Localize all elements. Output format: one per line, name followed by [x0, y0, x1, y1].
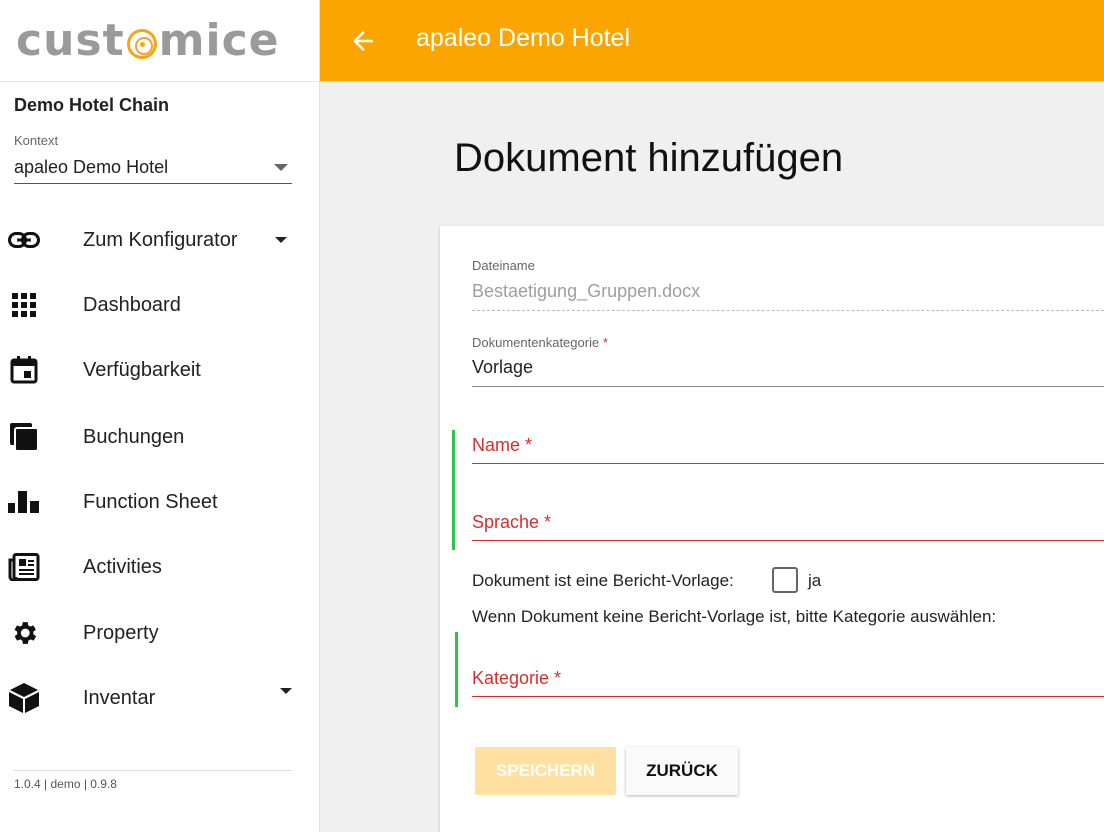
context-select[interactable]: apaleo Demo Hotel [14, 152, 292, 184]
nav-label: Function Sheet [83, 490, 218, 513]
hotel-title: apaleo Demo Hotel [416, 24, 631, 52]
nav-label: Dashboard [83, 293, 181, 316]
category-label-text: Dokumentenkategorie [472, 335, 600, 350]
sidebar: cust mice Demo Hotel Chain Kontext apaleo… [0, 0, 320, 832]
caret-down-icon [280, 688, 292, 694]
filename-underline [472, 310, 1104, 311]
nav-item-konfigurator[interactable]: Zum Konfigurator [0, 212, 319, 268]
grid-icon [8, 289, 40, 321]
report-template-checkbox[interactable] [772, 567, 798, 593]
report-template-label: Dokument ist eine Bericht-Vorlage: [472, 571, 734, 590]
nav-label: Zum Konfigurator [83, 228, 238, 251]
filename-label: Dateiname [472, 258, 535, 273]
category-label: Dokumentenkategorie * [472, 335, 608, 350]
validation-bar [455, 632, 458, 707]
required-mark: * [602, 335, 608, 350]
context-value: apaleo Demo Hotel [14, 157, 169, 177]
name-field[interactable]: Name * [472, 435, 532, 456]
report-template-option: ja [808, 571, 822, 590]
save-button[interactable]: SPEICHERN [475, 747, 616, 795]
sidebar-divider [14, 770, 292, 771]
newspaper-icon [8, 551, 40, 583]
customice-logo[interactable]: cust mice [16, 15, 280, 66]
filename-field: Bestaetigung_Gruppen.docx [472, 281, 701, 301]
top-app-bar: apaleo Demo Hotel [320, 0, 1104, 81]
caret-down-icon [275, 237, 287, 243]
nav-label: Inventar [83, 686, 156, 709]
back-arrow-icon[interactable] [348, 26, 378, 56]
language-field[interactable]: Sprache * [472, 512, 551, 533]
hotel-chain-name: Demo Hotel Chain [14, 95, 170, 115]
nav-label: Property [83, 621, 159, 644]
cube-icon [8, 682, 40, 714]
nav-label: Buchungen [83, 425, 185, 448]
gear-icon [8, 617, 40, 649]
nav-item-verfuegbarkeit[interactable]: Verfügbarkeit [0, 342, 319, 398]
context-label: Kontext [14, 133, 59, 148]
category-underline [472, 386, 1104, 387]
category-hint: Wenn Dokument keine Bericht-Vorlage ist,… [472, 607, 997, 626]
nav-item-dashboard[interactable]: Dashboard [0, 277, 319, 333]
validation-bar [452, 430, 455, 550]
nav-item-buchungen[interactable]: Buchungen [0, 409, 319, 465]
logo-text-start: cust [16, 15, 125, 66]
nav-item-activities[interactable]: Activities [0, 539, 319, 595]
nav-item-function-sheet[interactable]: Function Sheet [0, 474, 319, 530]
nav-label: Activities [83, 555, 162, 578]
bar-chart-icon [8, 486, 40, 518]
language-underline [472, 540, 1104, 541]
logo-text-end: mice [158, 15, 280, 66]
kategorie-underline [472, 696, 1104, 697]
link-icon [8, 224, 40, 256]
page-title: Dokument hinzufügen [454, 136, 844, 180]
nav-item-property[interactable]: Property [0, 605, 319, 661]
calendar-icon [8, 354, 40, 386]
nav-label: Verfügbarkeit [83, 358, 201, 381]
fingerprint-icon [126, 28, 157, 59]
copy-icon [8, 421, 40, 453]
category-select[interactable]: Vorlage [472, 357, 533, 378]
back-button[interactable]: ZURÜCK [626, 747, 738, 795]
dropdown-arrow-icon [274, 164, 288, 171]
name-underline [472, 463, 1104, 464]
kategorie-field[interactable]: Kategorie * [472, 668, 561, 689]
version-info: 1.0.4 | demo | 0.9.8 [14, 777, 117, 791]
nav-item-inventar[interactable]: Inventar [0, 670, 319, 726]
logo-area: cust mice [0, 0, 319, 82]
